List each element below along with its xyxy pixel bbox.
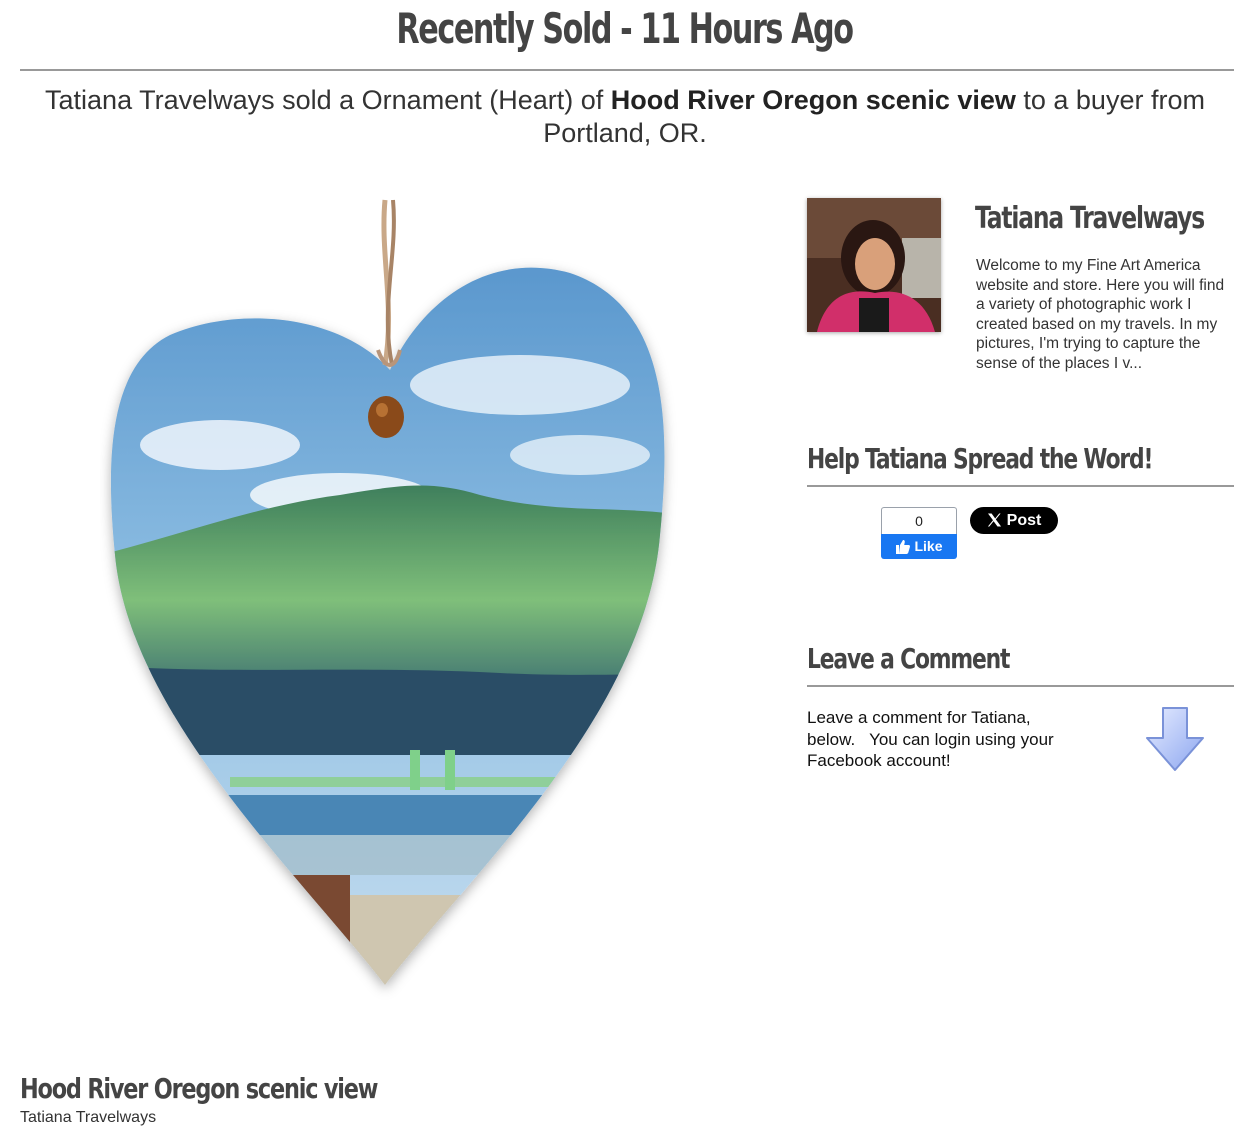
artist-bio: Welcome to my Fine Art America website a… [976,257,1225,372]
artist-avatar[interactable] [807,198,941,332]
share-heading: Help Tatiana Spread the Word! [807,442,1153,475]
share-divider [807,485,1234,487]
page-title: Recently Sold - 11 Hours Ago [396,4,854,53]
facebook-like-button[interactable]: Like [881,534,957,559]
sale-summary: Tatiana Travelways sold a Ornament (Hear… [40,84,1210,150]
x-post-button[interactable]: Post [970,507,1058,534]
artist-name[interactable]: Tatiana Travelways [975,201,1205,236]
artwork-title-link[interactable]: Hood River Oregon scenic view [611,85,1016,115]
sale-prefix: Tatiana Travelways sold a Ornament (Hear… [45,85,611,115]
comment-heading: Leave a Comment [807,642,1010,675]
facebook-like-widget[interactable]: 0 Like [881,507,957,559]
title-divider [20,69,1234,71]
post-label: Post [1006,512,1042,529]
thumbs-up-icon [896,540,911,554]
down-arrow-icon [1146,707,1204,771]
like-count: 0 [881,507,957,534]
product-title[interactable]: Hood River Oregon scenic view [20,1072,378,1105]
heart-ornament-image[interactable] [100,195,680,1015]
product-artist[interactable]: Tatiana Travelways [20,1109,156,1127]
comment-divider [807,685,1234,687]
like-label: Like [914,538,943,554]
x-logo-icon [987,513,1001,527]
comment-instructions: Leave a comment for Tatiana, below. You … [807,708,1054,770]
